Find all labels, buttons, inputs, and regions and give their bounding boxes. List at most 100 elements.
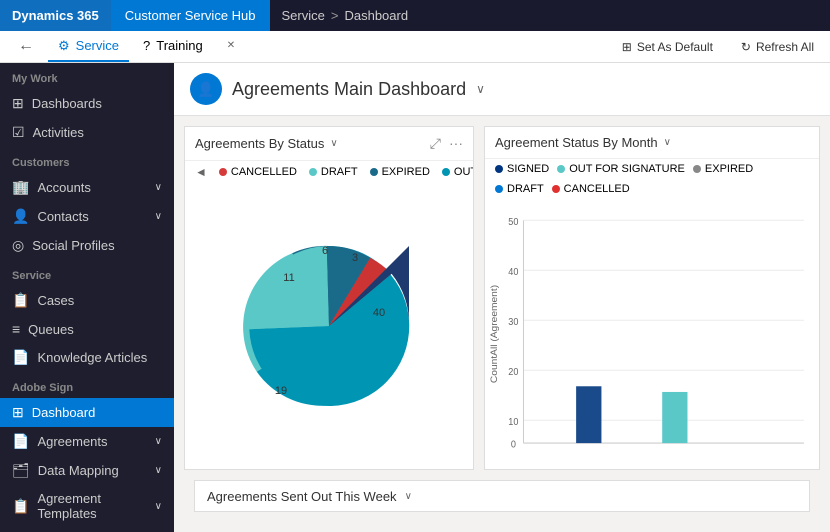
service-icon: ⚙ (58, 38, 70, 54)
bar-legend-dot-cancelled (552, 185, 560, 193)
sidebar-item-contacts[interactable]: 👤 Contacts ∨ (0, 202, 174, 231)
y-tick-0: 0 (511, 439, 516, 451)
sidebar-item-knowledge-articles[interactable]: 📄 Knowledge Articles (0, 343, 174, 372)
y-tick-50: 50 (508, 216, 518, 228)
tab-close-button[interactable]: ✕ (217, 31, 245, 62)
bar-legend-label-out-for-sig: OUT FOR SIGNATURE (569, 163, 685, 175)
contacts-chevron-icon: ∨ (155, 211, 162, 222)
bar-legend-cancelled: CANCELLED (552, 183, 630, 195)
more-icon[interactable]: ··· (449, 135, 463, 152)
y-tick-30: 30 (508, 316, 518, 328)
bar-legend-draft: DRAFT (495, 183, 544, 195)
tab-service[interactable]: ⚙ Service (48, 31, 129, 62)
agreements-icon: 📄 (12, 433, 29, 450)
bar-legend-label-signed: SIGNED (507, 163, 549, 175)
activities-label: Activities (33, 125, 162, 140)
sidebar-item-adobe-dashboard[interactable]: ⊞ Dashboard (0, 398, 174, 427)
set-default-button[interactable]: ⊞ Set As Default (614, 36, 721, 58)
cases-label: Cases (37, 293, 162, 308)
dashboard-avatar: 👤 (190, 73, 222, 105)
breadcrumb-service: Service (282, 8, 325, 23)
pie-label-19: 19 (275, 385, 287, 397)
bottom-section-chevron-icon[interactable]: ∨ (405, 491, 412, 502)
pie-chart-svg: 40 19 11 6 3 (219, 226, 439, 426)
sidebar-item-agreements[interactable]: 📄 Agreements ∨ (0, 427, 174, 456)
charts-area: Agreements By Status ∨ ⤢ ··· ◄ CANCELLED (174, 116, 830, 532)
bar-chart-title-chevron-icon[interactable]: ∨ (664, 137, 671, 148)
sidebar-item-cases[interactable]: 📋 Cases (0, 286, 174, 315)
y-tick-40: 40 (508, 266, 518, 278)
pie-chart-actions: ⤢ ··· (430, 135, 463, 152)
content-area: 👤 Agreements Main Dashboard ∨ Agreements… (174, 63, 830, 532)
pie-chart-title: Agreements By Status (195, 136, 324, 151)
bar-legend-label-cancelled: CANCELLED (564, 183, 630, 195)
bar-chart-title: Agreement Status By Month (495, 135, 658, 150)
pie-chart-body: 40 19 11 6 3 (185, 183, 473, 469)
dashboard-title: Agreements Main Dashboard (232, 79, 466, 100)
agreement-templates-icon: 📋 (12, 498, 29, 515)
accounts-label: Accounts (37, 180, 146, 195)
legend-label-draft: DRAFT (321, 166, 358, 178)
pie-chart-header: Agreements By Status ∨ ⤢ ··· (185, 127, 473, 161)
bar-legend-dot-expired (693, 165, 701, 173)
pie-chart-title-chevron-icon[interactable]: ∨ (330, 138, 337, 149)
legend-dot-cancelled (219, 168, 227, 176)
tab-back[interactable]: ← (8, 31, 44, 62)
dashboard-header: 👤 Agreements Main Dashboard ∨ (174, 63, 830, 116)
sidebar-item-dashboards[interactable]: ⊞ Dashboards (0, 89, 174, 118)
expand-icon[interactable]: ⤢ (430, 135, 441, 152)
tab-training[interactable]: ? Training (133, 31, 213, 62)
sidebar-item-queues[interactable]: ≡ Queues (0, 315, 174, 343)
contacts-icon: 👤 (12, 208, 29, 225)
bar-legend-expired: EXPIRED (693, 163, 753, 175)
knowledge-articles-icon: 📄 (12, 349, 29, 366)
legend-label-cancelled: CANCELLED (231, 166, 297, 178)
pie-label-40: 40 (373, 307, 385, 319)
toolbar-actions: ⊞ Set As Default ↻ Refresh All (614, 36, 822, 58)
legend-label-out-for-s: OUT FOR S (454, 166, 473, 178)
legend-item-cancelled: CANCELLED (219, 166, 297, 178)
dynamics365-brand[interactable]: Dynamics 365 (0, 0, 111, 31)
bar-legend-dot-draft (495, 185, 503, 193)
dashboard-title-chevron-icon[interactable]: ∨ (476, 82, 485, 96)
sidebar-item-activities[interactable]: ☑ Activities (0, 118, 174, 147)
activities-icon: ☑ (12, 124, 25, 141)
seg-draft (249, 246, 329, 329)
hub-brand[interactable]: Customer Service Hub (111, 0, 270, 31)
bar-chart-svg: 50 40 30 20 10 0 (485, 209, 809, 459)
dashboards-icon: ⊞ (12, 95, 24, 112)
bar-legend-signed: SIGNED (495, 163, 549, 175)
accounts-chevron-icon: ∨ (155, 182, 162, 193)
bottom-section-title: Agreements Sent Out This Week (207, 489, 397, 504)
section-adobe-sign: Adobe Sign (0, 372, 174, 398)
sidebar: My Work ⊞ Dashboards ☑ Activities Custom… (0, 63, 174, 532)
refresh-all-button[interactable]: ↻ Refresh All (733, 36, 822, 58)
tab-service-label: Service (76, 38, 119, 53)
sidebar-item-accounts[interactable]: 🏢 Accounts ∨ (0, 173, 174, 202)
legend-item-expired: EXPIRED (370, 166, 430, 178)
sidebar-item-agreement-templates[interactable]: 📋 Agreement Templates ∨ (0, 485, 174, 527)
top-bar: Dynamics 365 Customer Service Hub Servic… (0, 0, 830, 31)
pie-label-6: 6 (322, 245, 328, 257)
bar-legend-label-draft: DRAFT (507, 183, 544, 195)
y-tick-20: 20 (508, 366, 518, 378)
legend-dot-expired (370, 168, 378, 176)
legend-item-draft: DRAFT (309, 166, 358, 178)
bar-legend-out-for-sig: OUT FOR SIGNATURE (557, 163, 685, 175)
refresh-label: Refresh All (756, 40, 814, 54)
breadcrumb-page: Dashboard (344, 8, 408, 23)
charts-row: Agreements By Status ∨ ⤢ ··· ◄ CANCELLED (184, 126, 820, 470)
dynamics365-label: Dynamics 365 (12, 8, 99, 23)
pie-label-11: 11 (283, 272, 294, 284)
sidebar-item-admin-settings[interactable]: ⚙ Admin Settings (0, 527, 174, 532)
data-mapping-icon: 🗂 (12, 462, 30, 479)
knowledge-articles-label: Knowledge Articles (37, 350, 162, 365)
accounts-icon: 🏢 (12, 179, 29, 196)
sidebar-item-data-mapping[interactable]: 🗂 Data Mapping ∨ (0, 456, 174, 485)
bar-chart-header: Agreement Status By Month ∨ (485, 127, 819, 159)
bar-out-for-sig-1 (662, 392, 687, 443)
legend-prev-icon[interactable]: ◄ (195, 165, 207, 179)
sidebar-item-social-profiles[interactable]: ◎ Social Profiles (0, 231, 174, 260)
breadcrumb-separator: > (331, 8, 339, 23)
bottom-section: Agreements Sent Out This Week ∨ (194, 480, 810, 512)
